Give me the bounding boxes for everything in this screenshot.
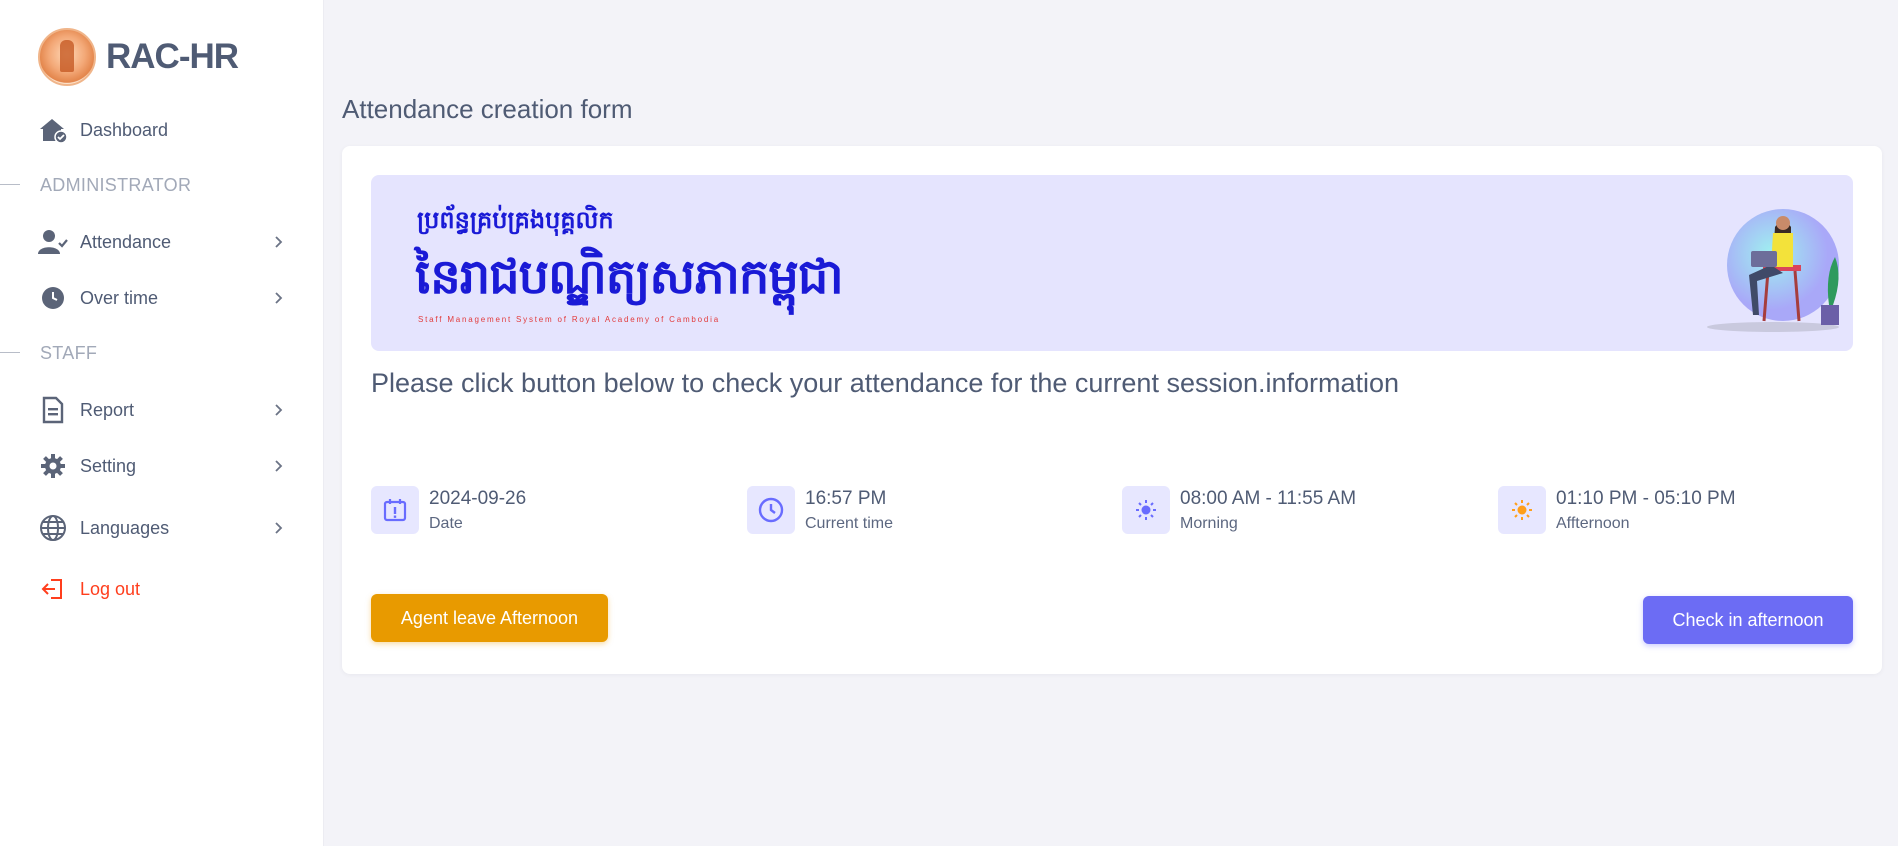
info-morning-session: 08:00 AM - 11:55 AM Morning	[1122, 486, 1356, 534]
current-time-caption: Current time	[805, 514, 894, 532]
banner: ប្រព័ន្ធគ្រប់គ្រងបុគ្គលិក នៃរាជបណ្ឌិត្យស…	[371, 175, 1853, 351]
sidebar-item-label: Dashboard	[80, 119, 169, 140]
sidebar-item-setting[interactable]: Setting	[38, 446, 288, 486]
section-divider	[0, 352, 20, 353]
clock-icon	[747, 486, 795, 534]
brand[interactable]: RAC-HR	[38, 28, 239, 86]
logout-icon	[38, 574, 68, 604]
morning-value: 08:00 AM - 11:55 AM	[1180, 487, 1357, 509]
sidebar-item-languages[interactable]: Languages	[38, 508, 288, 548]
sidebar-item-dashboard[interactable]: Dashboard	[38, 110, 288, 150]
sun-icon	[1122, 486, 1170, 534]
sidebar-item-attendance[interactable]: Attendance	[38, 222, 288, 262]
chevron-right-icon	[268, 232, 288, 252]
rac-logo	[38, 28, 96, 86]
attendance-card: ប្រព័ន្ធគ្រប់គ្រងបុគ្គលិក នៃរាជបណ្ឌិត្យស…	[342, 146, 1882, 674]
info-current-time: 16:57 PM Current time	[747, 486, 893, 534]
user-check-icon	[38, 227, 68, 257]
chevron-right-icon	[268, 456, 288, 476]
section-staff: STAFF	[40, 343, 98, 363]
file-report-icon	[38, 395, 68, 425]
section-divider	[0, 184, 20, 185]
woman-laptop-illustration	[1707, 209, 1839, 332]
sun-icon	[1498, 486, 1546, 534]
chevron-right-icon	[268, 288, 288, 308]
banner-khmer-title: នៃរាជបណ្ឌិត្យសភាកម្ពុជា	[415, 251, 844, 304]
sidebar: RAC-HR Dashboard ADMINISTRATOR Attendanc…	[0, 0, 324, 846]
chevron-right-icon	[268, 400, 288, 420]
globe-icon	[38, 513, 68, 543]
sidebar-item-label: Report	[80, 399, 135, 420]
section-administrator: ADMINISTRATOR	[40, 175, 192, 195]
sidebar-item-label: Languages	[80, 517, 170, 538]
agent-leave-afternoon-button[interactable]: Agent leave Afternoon	[371, 594, 608, 642]
brand-name: RAC-HR	[106, 37, 239, 76]
morning-caption: Morning	[1180, 514, 1238, 532]
afternoon-caption: Affternoon	[1556, 514, 1630, 532]
afternoon-value: 01:10 PM - 05:10 PM	[1556, 487, 1736, 509]
calendar-alert-icon	[371, 486, 419, 534]
info-afternoon-session: 01:10 PM - 05:10 PM Affternoon	[1498, 486, 1736, 534]
page-title: Attendance creation form	[342, 94, 633, 124]
sidebar-item-label: Log out	[80, 578, 141, 599]
current-time-value: 16:57 PM	[805, 487, 887, 509]
clock-icon	[38, 283, 68, 313]
date-caption: Date	[429, 514, 463, 532]
date-value: 2024-09-26	[429, 487, 527, 509]
sidebar-item-overtime[interactable]: Over time	[38, 278, 288, 318]
sidebar-item-label: Attendance	[80, 231, 172, 252]
info-date: 2024-09-26 Date	[371, 486, 526, 534]
sidebar-item-label: Setting	[80, 455, 137, 476]
home-check-icon	[38, 115, 68, 145]
instruction-text: Please click button below to check your …	[371, 368, 1400, 398]
banner-khmer-subtitle: ប្រព័ន្ធគ្រប់គ្រងបុគ្គលិក	[417, 207, 614, 234]
chevron-right-icon	[268, 518, 288, 538]
gear-icon	[38, 451, 68, 481]
sidebar-item-logout[interactable]: Log out	[38, 569, 288, 609]
sidebar-item-report[interactable]: Report	[38, 390, 288, 430]
banner-english-subtitle: Staff Management System of Royal Academy…	[418, 315, 721, 324]
sidebar-item-label: Over time	[80, 287, 159, 308]
check-in-afternoon-button[interactable]: Check in afternoon	[1643, 596, 1853, 644]
